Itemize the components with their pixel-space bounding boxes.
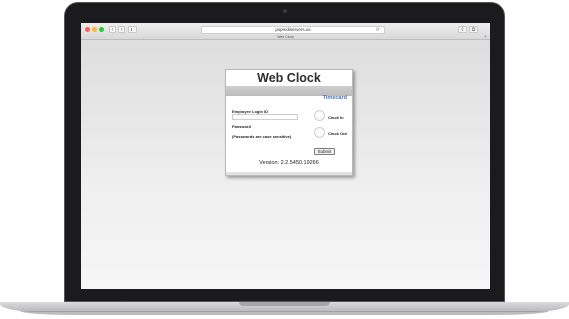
share-button[interactable]: ⇪ [458,26,467,33]
screen: ‹ › pspmdiservers.us ⟳ ⇪ ⧉ Web Clock + W… [81,23,490,289]
back-button[interactable]: ‹ [109,26,116,33]
clock-out-label: Clock Out [328,131,347,136]
laptop-scene: ‹ › pspmdiservers.us ⟳ ⇪ ⧉ Web Clock + W… [0,0,569,319]
minimize-window-button[interactable] [92,27,97,32]
fullscreen-window-button[interactable] [99,27,104,32]
tab-overview-button[interactable]: ⧉ [469,26,478,33]
browser-toolbar: ‹ › pspmdiservers.us ⟳ ⇪ ⧉ Web Clock + [81,23,490,40]
laptop-notch [239,302,330,306]
version-text: Version: 2.2.5450.19266 [259,160,319,166]
panel-title: Web Clock [226,70,352,86]
forward-button[interactable]: › [118,26,125,33]
address-bar[interactable]: pspmdiservers.us ⟳ [201,26,385,34]
sidebar-toggle-button[interactable] [128,26,137,33]
web-clock-panel: Web Clock Timecard Employee Login ID Pas… [225,69,353,176]
camera-icon [283,9,287,13]
clock-in-label: Clock In [328,115,344,120]
panel-bar: Timecard [226,86,352,101]
clock-in-radio[interactable] [314,110,325,121]
web-page: Web Clock Timecard Employee Login ID Pas… [81,40,490,289]
submit-button[interactable]: Submit [314,148,335,155]
password-label: Password [232,124,251,129]
reload-icon[interactable]: ⟳ [376,27,380,33]
login-id-input[interactable] [232,114,298,120]
laptop-lid: ‹ › pspmdiservers.us ⟳ ⇪ ⧉ Web Clock + W… [64,2,505,302]
address-text: pspmdiservers.us [275,27,311,32]
clock-out-radio[interactable] [314,127,325,138]
case-sensitive-note: (Passwords are case sensitive) [232,134,292,139]
timecard-link[interactable]: Timecard [323,95,347,101]
close-window-button[interactable] [85,27,90,32]
laptop-shadow [20,311,549,315]
panel-footer [226,172,352,175]
